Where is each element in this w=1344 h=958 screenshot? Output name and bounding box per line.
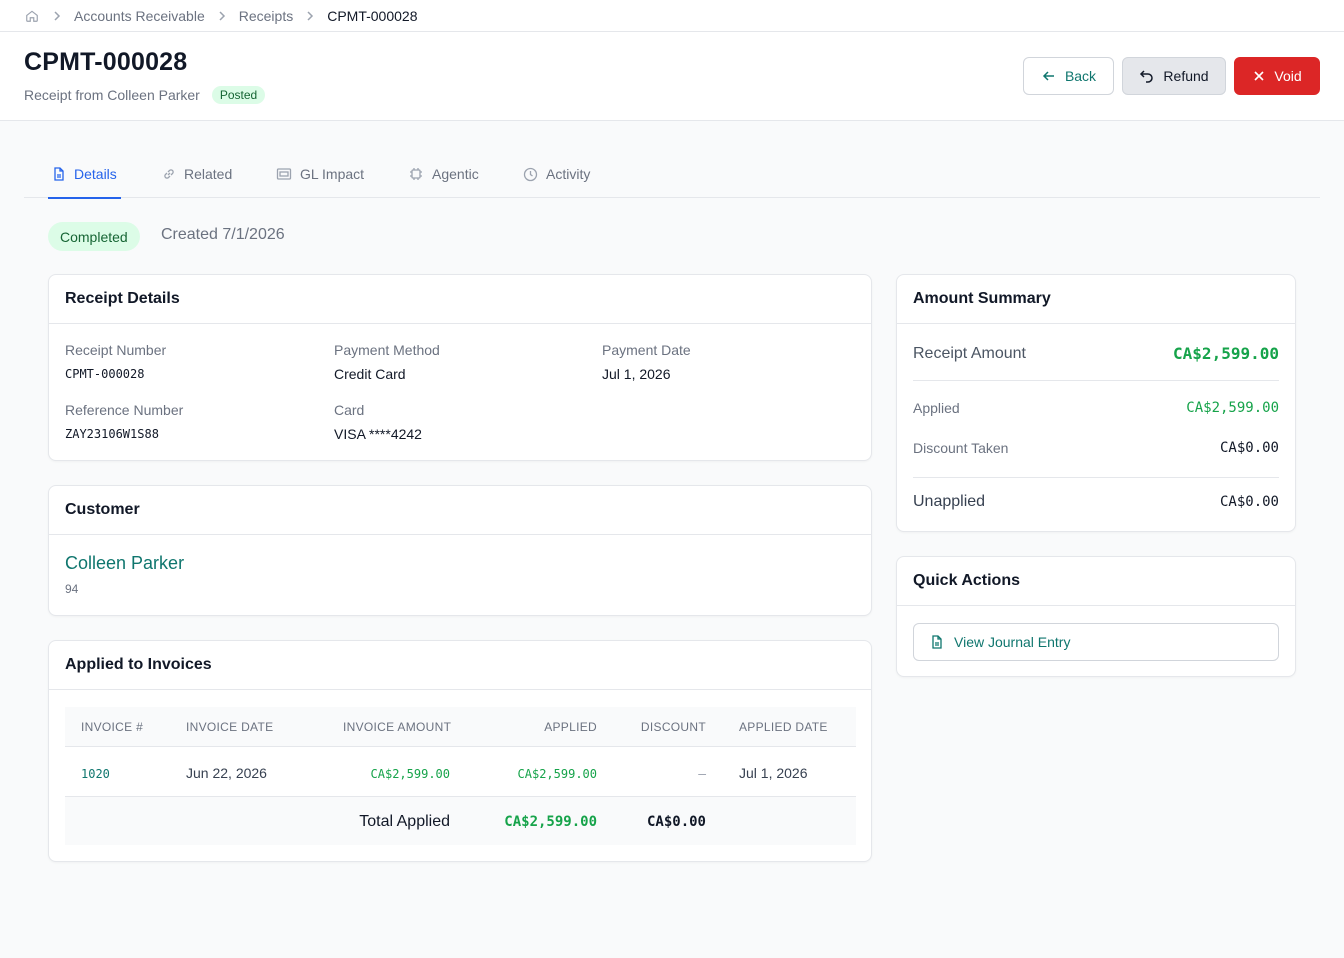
void-button-label: Void bbox=[1274, 68, 1302, 84]
document-icon bbox=[932, 635, 942, 649]
applied-invoices-card: Applied to Invoices INVOICE # INVOICE DA… bbox=[48, 640, 872, 862]
undo-icon bbox=[1140, 70, 1154, 83]
breadcrumb-accounts-receivable[interactable]: Accounts Receivable bbox=[74, 8, 205, 24]
arrow-left-icon bbox=[1042, 71, 1054, 81]
receipt-amount-label: Receipt Amount bbox=[913, 344, 1026, 362]
discount-value: CA$0.00 bbox=[1219, 440, 1279, 456]
chevron-right-icon bbox=[305, 10, 315, 21]
column-header: APPLIED DATE bbox=[739, 720, 828, 734]
divider bbox=[913, 477, 1279, 478]
discount-label: Discount Taken bbox=[913, 440, 1009, 456]
void-button[interactable]: Void bbox=[1234, 57, 1320, 95]
back-button[interactable]: Back bbox=[1023, 57, 1114, 95]
refund-button-label: Refund bbox=[1163, 68, 1209, 84]
table-footer: Total Applied CA$2,599.00 CA$0.00 bbox=[65, 797, 856, 845]
total-applied-label: Total Applied bbox=[359, 813, 450, 830]
clock-icon bbox=[523, 167, 538, 181]
tab-label: Agentic bbox=[432, 166, 479, 182]
tab-label: Details bbox=[74, 166, 117, 182]
card-value: VISA ****4242 bbox=[334, 426, 422, 442]
payment-method-label: Payment Method bbox=[334, 342, 440, 358]
page-subtitle: Receipt from Colleen Parker Posted bbox=[24, 86, 266, 104]
applied-amount: CA$2,599.00 bbox=[517, 767, 597, 781]
amount-summary-card: Amount Summary Receipt Amount CA$2,599.0… bbox=[896, 274, 1296, 532]
tab-label: Related bbox=[184, 166, 233, 182]
unapplied-row: Unapplied CA$0.00 bbox=[913, 493, 1279, 511]
applied-value: CA$2,599.00 bbox=[1186, 400, 1279, 416]
view-journal-entry-button[interactable]: View Journal Entry bbox=[913, 623, 1279, 661]
chip-icon bbox=[410, 168, 422, 180]
discount-value: – bbox=[698, 765, 706, 781]
created-date: Created 7/1/2026 bbox=[161, 226, 285, 243]
applied-label: Applied bbox=[913, 400, 960, 416]
view-journal-entry-label: View Journal Entry bbox=[954, 634, 1071, 650]
page-header: CPMT-000028 Receipt from Colleen Parker … bbox=[0, 32, 1344, 121]
total-applied-value: CA$2,599.00 bbox=[504, 814, 597, 830]
customer-id: 94 bbox=[65, 582, 79, 596]
card-title: Amount Summary bbox=[897, 275, 1295, 324]
tab-agentic[interactable]: Agentic bbox=[408, 150, 479, 198]
receipt-amount-value: CA$2,599.00 bbox=[1173, 344, 1279, 363]
card-title: Customer bbox=[49, 486, 871, 535]
card-title: Receipt Details bbox=[49, 275, 871, 324]
payment-date-label: Payment Date bbox=[602, 342, 691, 358]
reference-number-label: Reference Number bbox=[65, 402, 184, 418]
receipt-number-value: CPMT-000028 bbox=[65, 367, 145, 381]
discount-row: Discount Taken CA$0.00 bbox=[913, 440, 1279, 456]
tab-gl-impact[interactable]: GL Impact bbox=[276, 150, 364, 198]
divider bbox=[913, 380, 1279, 381]
completed-status-pill: Completed bbox=[48, 222, 140, 251]
ledger-icon bbox=[276, 168, 292, 180]
unapplied-label: Unapplied bbox=[913, 493, 986, 510]
invoice-number-link[interactable]: 1020 bbox=[81, 767, 110, 781]
unapplied-value: CA$0.00 bbox=[1219, 494, 1279, 510]
table-header: INVOICE # INVOICE DATE INVOICE AMOUNT AP… bbox=[65, 707, 856, 747]
payment-date-value: Jul 1, 2026 bbox=[602, 366, 671, 382]
payment-method-value: Credit Card bbox=[334, 366, 406, 382]
link-icon bbox=[164, 169, 174, 179]
home-icon[interactable] bbox=[24, 8, 40, 24]
chevron-right-icon bbox=[217, 10, 227, 21]
card-title: Quick Actions bbox=[897, 557, 1295, 606]
document-icon bbox=[54, 167, 64, 181]
refund-button[interactable]: Refund bbox=[1122, 57, 1226, 95]
customer-name-link[interactable]: Colleen Parker bbox=[65, 553, 184, 574]
receipt-number-label: Receipt Number bbox=[65, 342, 167, 358]
customer-card: Customer Colleen Parker 94 bbox=[48, 485, 872, 616]
back-button-label: Back bbox=[1064, 68, 1097, 84]
tab-label: GL Impact bbox=[300, 166, 365, 182]
column-header: INVOICE DATE bbox=[186, 720, 274, 734]
breadcrumb: Accounts Receivable Receipts CPMT-000028 bbox=[0, 0, 1344, 32]
tab-details[interactable]: Details bbox=[48, 150, 121, 199]
tab-label: Activity bbox=[546, 166, 591, 182]
column-header: INVOICE AMOUNT bbox=[343, 720, 452, 734]
chevron-right-icon bbox=[52, 10, 62, 21]
tab-activity[interactable]: Activity bbox=[523, 150, 590, 198]
invoice-amount: CA$2,599.00 bbox=[370, 767, 450, 781]
column-header: INVOICE # bbox=[81, 720, 144, 734]
table-row: 1020 Jun 22, 2026 CA$2,599.00 CA$2,599.0… bbox=[65, 747, 856, 797]
total-discount-value: CA$0.00 bbox=[646, 814, 706, 830]
applied-date: Jul 1, 2026 bbox=[739, 765, 808, 781]
receipt-details-card: Receipt Details Receipt Number CPMT-0000… bbox=[48, 274, 872, 461]
column-header: DISCOUNT bbox=[640, 720, 706, 734]
card-label: Card bbox=[334, 402, 365, 418]
quick-actions-card: Quick Actions View Journal Entry bbox=[896, 556, 1296, 677]
reference-number-value: ZAY23106W1S88 bbox=[65, 427, 159, 441]
subtitle-text: Receipt from Colleen Parker bbox=[24, 87, 200, 103]
tab-bar: Details Related GL Impact Agentic Activi… bbox=[24, 150, 1320, 199]
card-title: Applied to Invoices bbox=[49, 641, 871, 690]
status-badge: Posted bbox=[211, 86, 266, 104]
breadcrumb-current: CPMT-000028 bbox=[327, 7, 418, 24]
column-header: APPLIED bbox=[544, 720, 597, 734]
tab-related[interactable]: Related bbox=[162, 150, 232, 198]
page-title: CPMT-000028 bbox=[24, 48, 188, 76]
receipt-amount-row: Receipt Amount CA$2,599.00 bbox=[913, 344, 1279, 363]
close-icon bbox=[1254, 71, 1264, 81]
breadcrumb-receipts[interactable]: Receipts bbox=[239, 8, 293, 24]
invoice-date: Jun 22, 2026 bbox=[186, 765, 267, 781]
applied-row: Applied CA$2,599.00 bbox=[913, 400, 1279, 416]
